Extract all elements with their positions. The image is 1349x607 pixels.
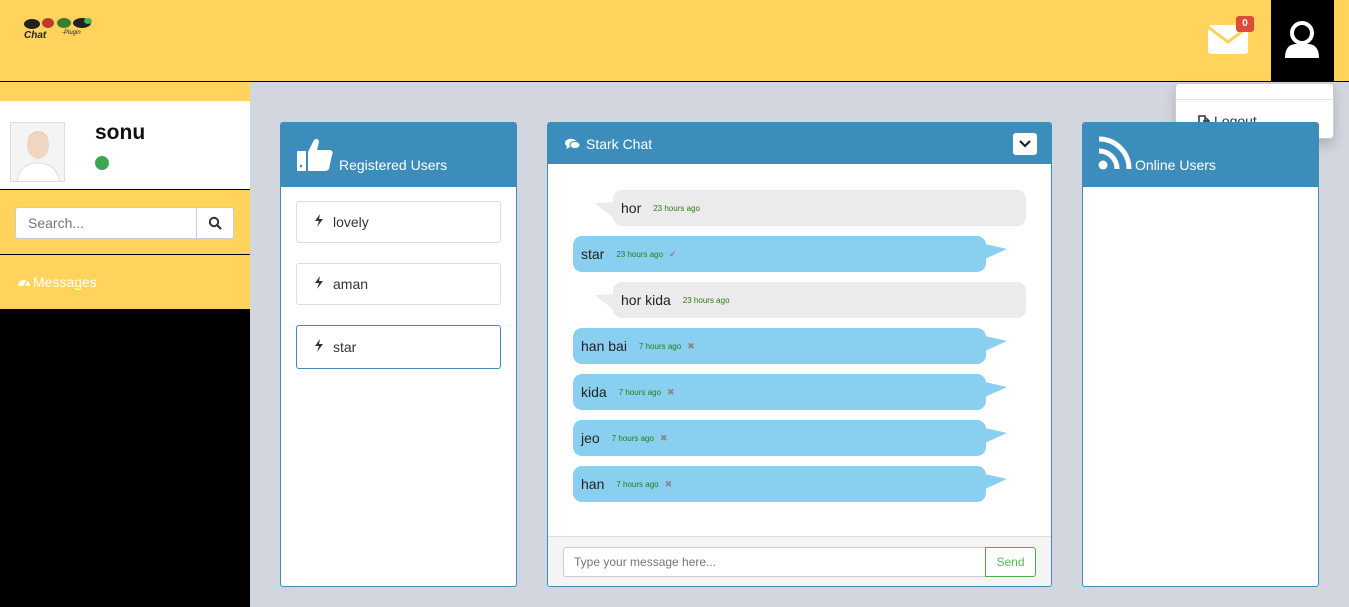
- close-icon: ✖: [659, 432, 668, 443]
- chat-message-outgoing: han bai 7 hours ago ✖: [573, 328, 1007, 364]
- registered-users-header: Registered Users: [281, 123, 516, 187]
- close-icon: ✖: [664, 478, 673, 489]
- online-status: Online: [95, 153, 163, 173]
- online-users-title: Online Users: [1135, 157, 1216, 173]
- chat-footer: Send: [548, 536, 1051, 586]
- message-time: 23 hours ago ✔: [616, 248, 677, 259]
- svg-text:-Plugin: -Plugin: [62, 30, 81, 36]
- sidebar-top-strip: [0, 82, 250, 101]
- svg-text:Chat: Chat: [24, 30, 47, 41]
- chat-header: Stark Chat: [548, 123, 1051, 164]
- message-text: star: [581, 246, 605, 262]
- user-profile-panel: sonu Online: [0, 101, 250, 189]
- chat-message-outgoing: han 7 hours ago ✖: [573, 466, 1007, 502]
- user-menu-button[interactable]: [1271, 0, 1334, 81]
- search-icon: [208, 216, 222, 230]
- user-icon: [1285, 21, 1319, 58]
- chat-panel: Stark Chat hor 23 hours ago star 23 hour…: [547, 122, 1052, 587]
- chat-message-outgoing: jeo 7 hours ago ✖: [573, 420, 1007, 456]
- message-time: 7 hours ago ✖: [618, 386, 675, 397]
- dashboard-icon: [18, 280, 30, 287]
- registered-users-panel: Registered Users lovely aman star: [280, 122, 517, 587]
- bolt-icon: [315, 276, 323, 292]
- bubble-tail: [595, 198, 615, 219]
- chat-title: Stark Chat: [586, 136, 653, 152]
- username: sonu: [95, 121, 146, 144]
- message-text: han bai: [581, 338, 627, 354]
- check-icon: ✔: [669, 248, 677, 259]
- message-time: 23 hours ago: [653, 203, 700, 213]
- sidebar-item-label: Messages: [33, 274, 97, 290]
- message-time: 7 hours ago ✖: [638, 340, 695, 351]
- bubble-tail: [985, 336, 1007, 351]
- rss-icon: [1098, 136, 1132, 170]
- search-input[interactable]: [15, 207, 197, 239]
- chat-collapse-button[interactable]: [1013, 133, 1037, 155]
- bolt-icon: [315, 214, 323, 230]
- bubble-tail: [985, 474, 1007, 489]
- message-time: 7 hours ago ✖: [616, 478, 673, 489]
- mail-count-badge: 0: [1236, 16, 1254, 32]
- top-header: Chat -Plugin 0: [0, 0, 1349, 82]
- chat-message-incoming: hor kida 23 hours ago: [595, 282, 1026, 318]
- message-text: hor kida: [621, 292, 671, 308]
- message-text: han: [581, 476, 605, 492]
- message-text: kida: [581, 384, 607, 400]
- comments-icon: [565, 138, 580, 150]
- chevron-down-icon: [1019, 140, 1031, 148]
- registered-user-item[interactable]: lovely: [296, 201, 501, 243]
- bolt-icon: [315, 339, 323, 355]
- message-time: 23 hours ago: [682, 295, 730, 305]
- message-time: 7 hours ago ✖: [611, 432, 668, 443]
- online-users-panel: Online Users: [1082, 122, 1319, 587]
- message-input[interactable]: [563, 547, 987, 577]
- registered-user-name: aman: [333, 276, 369, 292]
- online-dot-icon: [95, 156, 109, 170]
- search-button[interactable]: [196, 207, 234, 239]
- menu-divider: [1176, 99, 1333, 100]
- close-icon: ✖: [666, 386, 675, 397]
- app-logo[interactable]: Chat -Plugin: [18, 16, 102, 42]
- avatar: [10, 122, 65, 182]
- chat-message-outgoing: kida 7 hours ago ✖: [573, 374, 1007, 410]
- chat-message-outgoing: star 23 hours ago ✔: [573, 236, 1007, 272]
- sidebar: sonu Online Messages: [0, 82, 250, 607]
- bubble-tail: [985, 382, 1007, 397]
- thumbs-up-icon: [297, 138, 333, 171]
- sidebar-search: [0, 189, 250, 255]
- bubble-tail: [595, 290, 615, 311]
- online-users-header: Online Users: [1083, 123, 1318, 187]
- online-status-label: Online: [114, 153, 164, 172]
- send-button[interactable]: Send: [985, 547, 1036, 577]
- message-text: hor: [621, 200, 642, 216]
- bubble-tail: [985, 244, 1007, 259]
- chat-message-incoming: hor 23 hours ago: [595, 190, 1026, 226]
- registered-user-item[interactable]: aman: [296, 263, 501, 305]
- registered-users-title: Registered Users: [339, 157, 448, 173]
- registered-user-item-selected[interactable]: star: [296, 325, 501, 369]
- close-icon: ✖: [687, 340, 695, 351]
- message-text: jeo: [581, 430, 600, 446]
- sidebar-item-messages[interactable]: Messages: [0, 255, 250, 309]
- bubble-tail: [985, 428, 1007, 443]
- registered-user-name: star: [333, 339, 357, 355]
- registered-user-name: lovely: [333, 214, 369, 230]
